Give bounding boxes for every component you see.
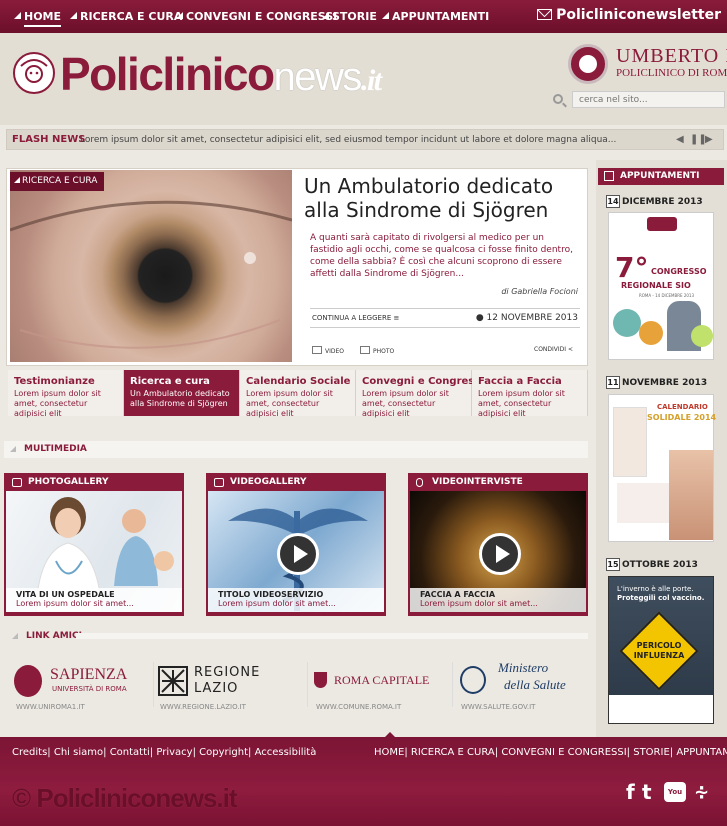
partner-url[interactable]: WWW.COMUNE.ROMA.IT bbox=[316, 703, 401, 711]
top-nav: HOME RICERCA E CURA CONVEGNI E CONGRESSI… bbox=[0, 0, 727, 33]
divider bbox=[307, 662, 308, 707]
partner-url[interactable]: WWW.UNIROMA1.IT bbox=[16, 703, 85, 711]
read-more-link[interactable]: CONTINUA A LEGGERE ≡ bbox=[312, 314, 399, 322]
divider bbox=[452, 662, 453, 707]
article-summary: A quanti sarà capitato di rivolgersi al … bbox=[310, 233, 573, 279]
videogallery-card[interactable]: VIDEOGALLERY TITOLO VIDEOSERVIZIO Lorem i… bbox=[206, 473, 386, 616]
facebook-icon[interactable]: f bbox=[626, 780, 635, 804]
nav-appuntamenti[interactable]: APPUNTAMENTI bbox=[382, 10, 489, 23]
category-tag[interactable]: RICERCA E CURA bbox=[10, 172, 104, 191]
footer-nav-appuntamenti[interactable]: APPUNTAMENTI bbox=[676, 747, 727, 758]
photo-link[interactable]: PHOTO bbox=[360, 346, 394, 355]
event-poster-influenza[interactable]: L'inverno è alle porte. Proteggili col v… bbox=[608, 576, 714, 724]
site-logo[interactable]: Policliniconews.it bbox=[60, 50, 382, 105]
tab-testimonianze[interactable]: Testimonianze Lorem ipsum dolor sit amet,… bbox=[8, 370, 124, 418]
partner-url[interactable]: WWW.REGIONE.LAZIO.IT bbox=[160, 703, 246, 711]
regione-logo-icon bbox=[158, 666, 188, 696]
film-icon bbox=[214, 478, 224, 487]
rss-icon[interactable]: ∻ bbox=[694, 782, 709, 803]
footer-right-links: HOME| RICERCA E CURA| CONVEGNI E CONGRES… bbox=[374, 747, 727, 758]
divider bbox=[310, 308, 580, 309]
list-icon: ≡ bbox=[393, 314, 400, 322]
play-icon[interactable] bbox=[479, 533, 521, 575]
tab-ricerca-cura[interactable]: Ricerca e cura Un Ambulatorio dedicato al… bbox=[124, 370, 240, 416]
article-author: di Gabriella Focioni bbox=[501, 287, 578, 296]
partner-regione-lazio[interactable]: REGIONE LAZIO bbox=[158, 660, 288, 720]
article-title[interactable]: Un Ambulatorio dedicato alla Sindrome di… bbox=[304, 174, 584, 222]
divider bbox=[310, 327, 580, 328]
nav-storie[interactable]: STORIE bbox=[322, 10, 377, 23]
footer-nav-home[interactable]: HOME bbox=[374, 747, 404, 758]
search-input[interactable] bbox=[572, 91, 725, 108]
partner-roma-capitale[interactable]: ROMA CAPITALE bbox=[314, 660, 444, 720]
sapienza-logo-icon bbox=[14, 665, 42, 697]
divider bbox=[76, 633, 588, 639]
triangle-icon bbox=[382, 12, 389, 19]
umberto-title: UMBERTO I bbox=[616, 45, 727, 67]
footer-link-copyright[interactable]: Copyright bbox=[199, 747, 248, 758]
envelope-icon bbox=[537, 9, 553, 20]
footer-left-links: Credits| Chi siamo| Contatti| Privacy| C… bbox=[12, 747, 317, 758]
videointerviste-card[interactable]: VIDEOINTERVISTE FACCIA A FACCIA Lorem ips… bbox=[408, 473, 588, 616]
nav-home[interactable]: HOME bbox=[14, 10, 62, 27]
partner-url[interactable]: WWW.SALUTE.GOV.IT bbox=[461, 703, 535, 711]
film-icon bbox=[312, 346, 322, 354]
roma-shield-icon bbox=[314, 672, 327, 688]
triangle-icon bbox=[176, 12, 183, 19]
microphone-icon bbox=[416, 478, 423, 487]
partner-ministero-salute[interactable]: Ministero della Salute bbox=[460, 660, 588, 720]
footer-link-chi-siamo[interactable]: Chi siamo bbox=[54, 747, 103, 758]
umberto-subtitle: POLICLINICO DI ROMA bbox=[616, 67, 727, 79]
footer-link-credits[interactable]: Credits bbox=[12, 747, 47, 758]
nav-ricerca-cura[interactable]: RICERCA E CURA bbox=[70, 10, 182, 23]
footer-link-contatti[interactable]: Contatti bbox=[110, 747, 150, 758]
camera-icon bbox=[360, 346, 370, 354]
event-poster-sio[interactable]: 7° CONGRESSO REGIONALE SIO ROMA - 14 DIC… bbox=[608, 212, 714, 360]
event-date: 14 DICEMBRE 2013 bbox=[606, 195, 703, 208]
photogallery-card[interactable]: PHOTOGALLERY VITA DI UN OSPEDALE Lorem ip… bbox=[4, 473, 184, 616]
eye-image[interactable] bbox=[9, 170, 293, 362]
event-poster-calendario[interactable]: CALENDARIO SOLIDALE 2014 bbox=[608, 394, 716, 542]
article-date: ● 12 NOVEMBRE 2013 bbox=[475, 313, 578, 323]
ministero-emblem-icon bbox=[460, 666, 486, 694]
tab-faccia-a-faccia[interactable]: Faccia a Faccia Lorem ipsum dolor sit ame… bbox=[472, 370, 588, 418]
flash-news-text[interactable]: Lorem ipsum dolor sit amet, consectetur … bbox=[80, 135, 616, 145]
search-icon[interactable] bbox=[553, 94, 563, 104]
multimedia-heading: MULTIMEDIA bbox=[4, 441, 588, 458]
partner-sapienza[interactable]: SAPIENZA UNIVERSITÀ DI ROMA bbox=[14, 660, 134, 720]
footer-nav-convegni[interactable]: CONVEGNI E CONGRESSI bbox=[501, 747, 626, 758]
triangle-icon bbox=[14, 12, 21, 19]
event-date: 15 OTTOBRE 2013 bbox=[606, 558, 698, 571]
footer-link-accessibilita[interactable]: Accessibilità bbox=[255, 747, 317, 758]
umberto-seal-icon bbox=[568, 44, 608, 84]
tab-calendario-sociale[interactable]: Calendario Sociale Lorem ipsum dolor sit … bbox=[240, 370, 356, 418]
footer-pointer bbox=[384, 732, 396, 738]
play-icon[interactable] bbox=[277, 533, 319, 575]
link-amici-heading: LINK AMICI bbox=[6, 628, 82, 645]
nav-convegni[interactable]: CONVEGNI E CONGRESSI bbox=[176, 10, 337, 23]
footer-nav-storie[interactable]: STORIE bbox=[633, 747, 670, 758]
sio-logo-icon bbox=[647, 217, 677, 231]
event-date: 11 NOVEMBRE 2013 bbox=[606, 376, 708, 389]
appuntamenti-heading: APPUNTAMENTI bbox=[598, 168, 724, 185]
newsletter-link[interactable]: Policliniconewsletter bbox=[537, 7, 721, 23]
triangle-icon bbox=[70, 12, 77, 19]
footer-logo: © Policliniconews.it bbox=[12, 783, 238, 813]
youtube-icon[interactable]: You bbox=[664, 782, 686, 802]
next-icon[interactable]: ▶ bbox=[705, 134, 713, 145]
tab-convegni-congressi[interactable]: Convegni e Congressi Lorem ipsum dolor si… bbox=[356, 370, 484, 418]
video-link[interactable]: VIDEO bbox=[312, 346, 344, 355]
footer-link-privacy[interactable]: Privacy bbox=[156, 747, 192, 758]
twitter-icon[interactable]: t bbox=[642, 780, 652, 804]
medusa-logo-icon bbox=[13, 52, 55, 94]
share-icon: < bbox=[567, 346, 574, 353]
calendar-icon bbox=[604, 171, 614, 181]
divider bbox=[153, 662, 154, 707]
previous-icon[interactable]: ◀ bbox=[676, 134, 684, 145]
footer-nav-ricerca[interactable]: RICERCA E CURA bbox=[411, 747, 495, 758]
camera-icon bbox=[12, 478, 22, 487]
flash-news-label: FLASH NEWS bbox=[12, 134, 86, 145]
triangle-icon bbox=[322, 12, 329, 19]
share-link[interactable]: CONDIVIDI < bbox=[534, 346, 573, 353]
